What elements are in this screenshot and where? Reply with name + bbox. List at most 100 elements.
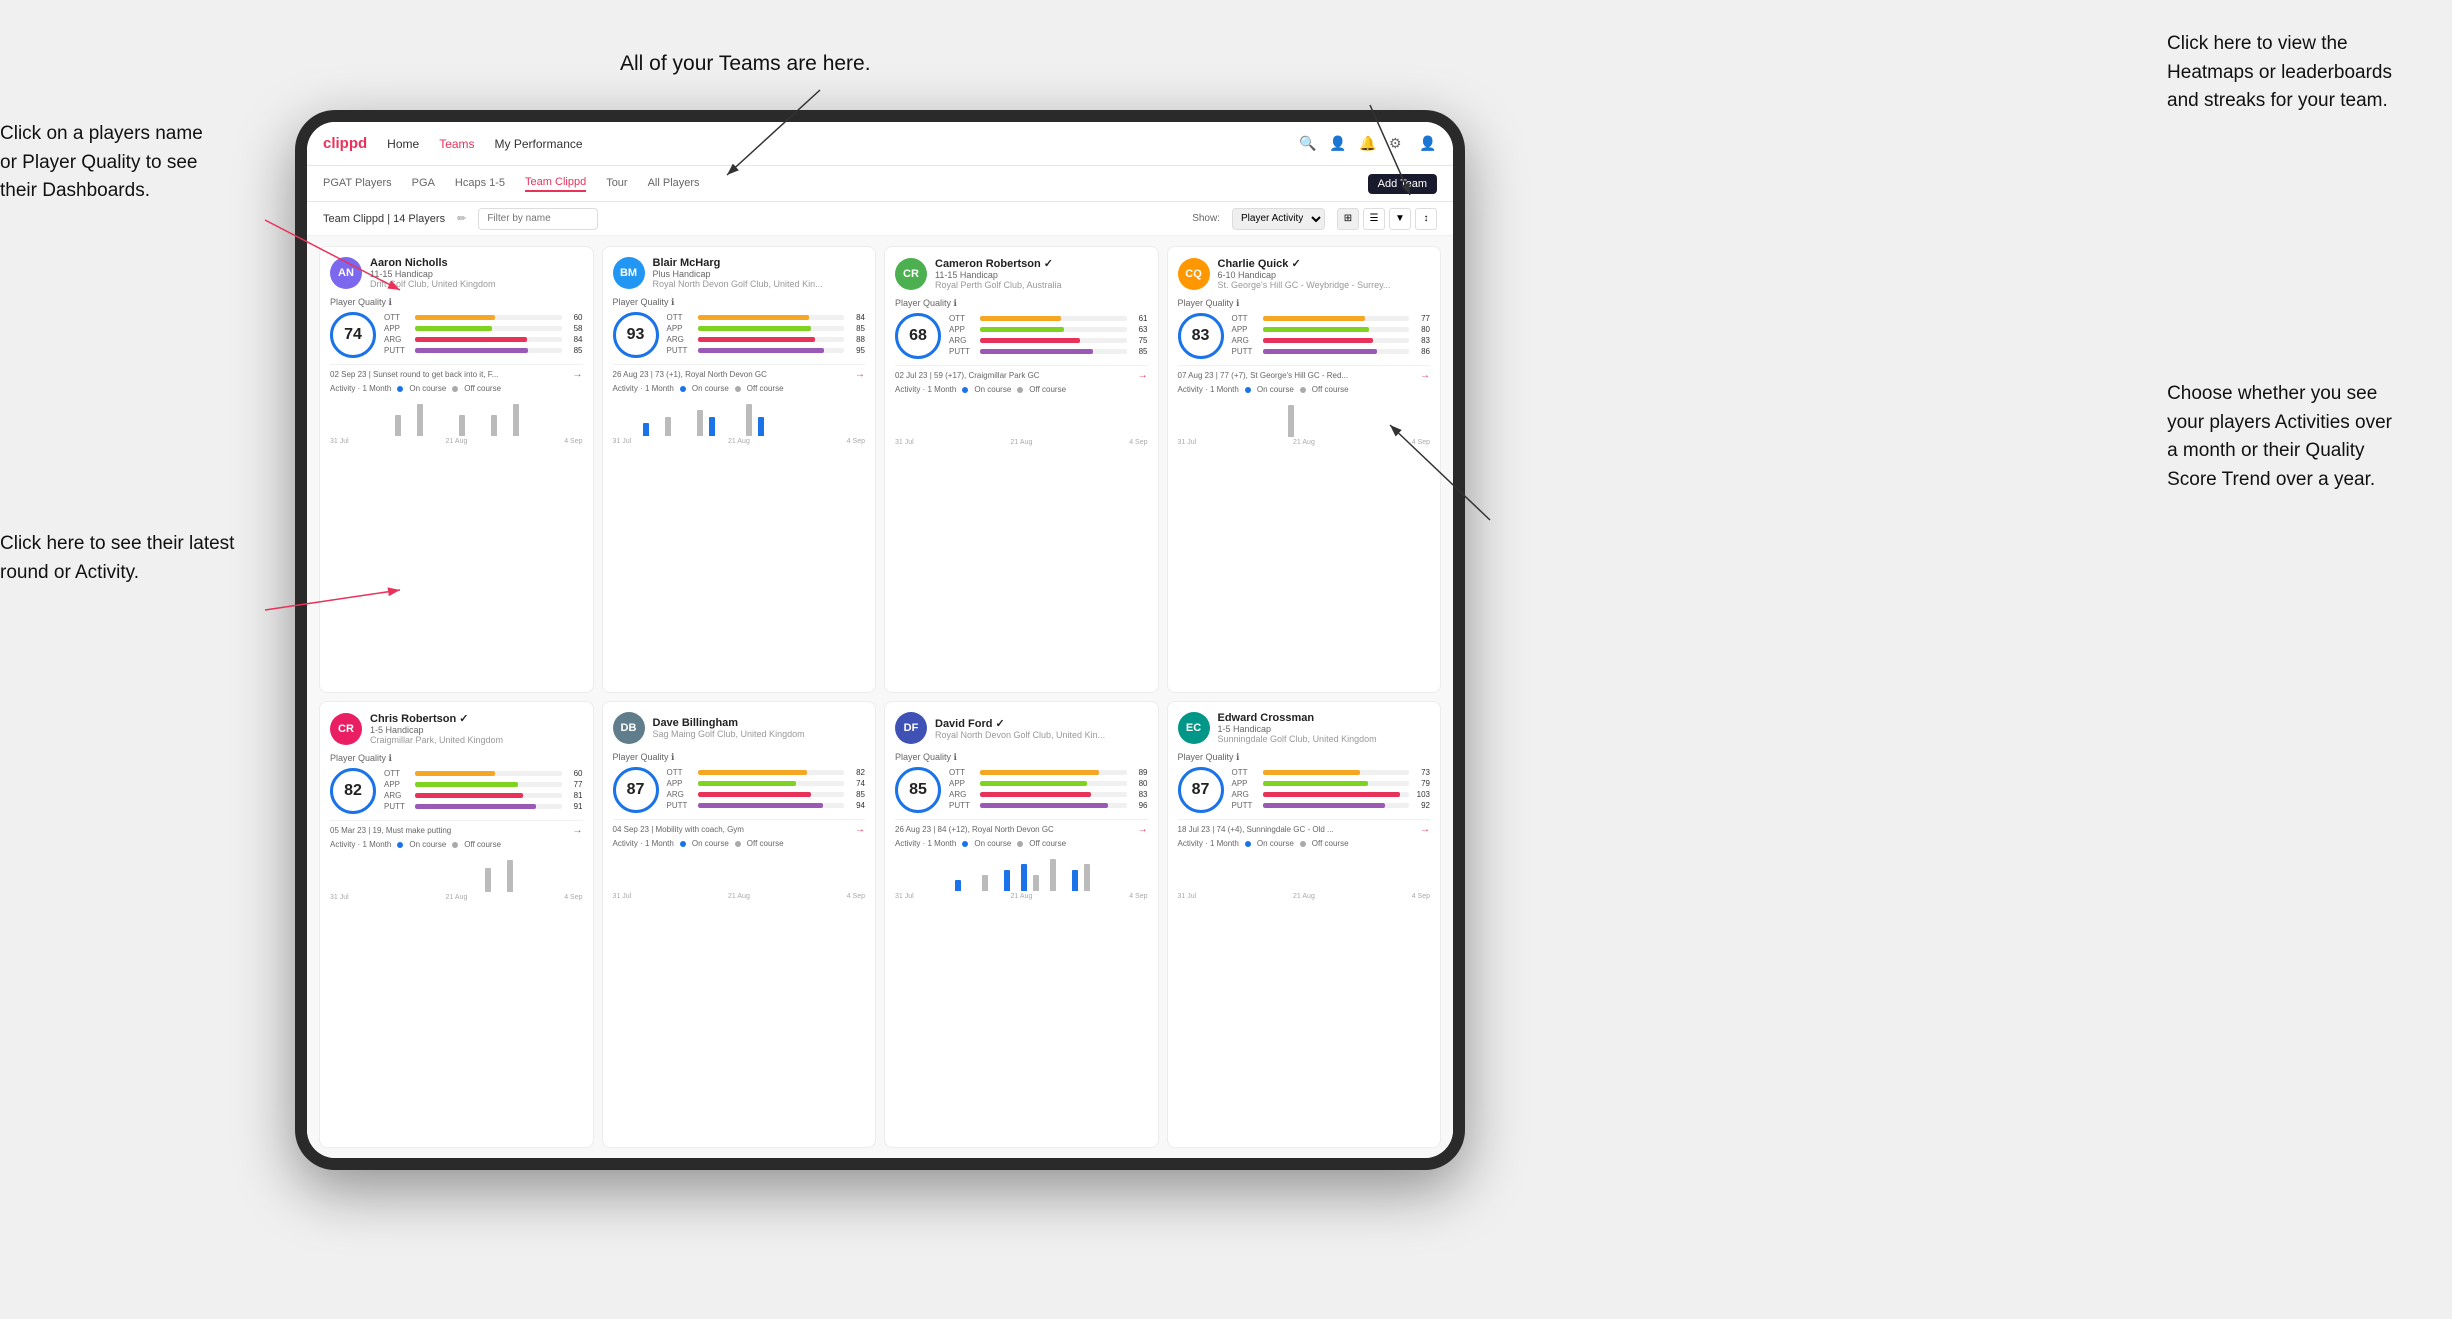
avatar-icon[interactable]: 👤 bbox=[1419, 135, 1437, 153]
on-course-dot bbox=[962, 841, 968, 847]
chart-bar-empty bbox=[673, 889, 677, 891]
chart-bar-empty bbox=[677, 434, 681, 436]
stat-name: PUTT bbox=[667, 801, 695, 810]
stat-bar-bg bbox=[698, 792, 845, 797]
chart-bar-empty bbox=[743, 889, 747, 891]
chart-bar-empty bbox=[1178, 435, 1182, 437]
player-card[interactable]: CQ Charlie Quick ✓ 6-10 Handicap St. Geo… bbox=[1167, 246, 1442, 693]
recent-round[interactable]: 26 Aug 23 | 84 (+12), Royal North Devon … bbox=[895, 819, 1148, 835]
chart-bar-empty bbox=[380, 434, 384, 436]
tab-all-players[interactable]: All Players bbox=[648, 177, 700, 191]
chart-bar-empty bbox=[1090, 435, 1094, 437]
activity-chart bbox=[895, 851, 1148, 891]
player-card[interactable]: CR Cameron Robertson ✓ 11-15 Handicap Ro… bbox=[884, 246, 1159, 693]
chart-bar-empty bbox=[1030, 435, 1034, 437]
player-name[interactable]: Aaron Nicholls bbox=[370, 257, 583, 269]
chart-bar-empty bbox=[726, 434, 730, 436]
player-name[interactable]: David Ford ✓ bbox=[935, 717, 1148, 730]
quality-circle[interactable]: 87 bbox=[1178, 767, 1224, 813]
edit-icon[interactable]: ✏ bbox=[457, 212, 466, 225]
activity-section: Activity · 1 Month On course Off course … bbox=[330, 384, 583, 445]
quality-number: 82 bbox=[344, 782, 362, 800]
search-input[interactable] bbox=[478, 208, 598, 230]
activity-label: Activity · 1 Month bbox=[1178, 839, 1239, 848]
profile-icon[interactable]: 👤 bbox=[1329, 135, 1347, 153]
round-arrow: → bbox=[1420, 824, 1430, 835]
filter-view-button[interactable]: ▼ bbox=[1389, 208, 1411, 230]
quality-circle[interactable]: 93 bbox=[613, 312, 659, 358]
player-name[interactable]: Blair McHarg bbox=[653, 257, 866, 269]
settings-icon[interactable]: ⚙ bbox=[1389, 135, 1407, 153]
player-card[interactable]: DB Dave Billingham Sag Maing Golf Club, … bbox=[602, 701, 877, 1148]
player-name[interactable]: Cameron Robertson ✓ bbox=[935, 257, 1148, 270]
player-name[interactable]: Edward Crossman bbox=[1218, 712, 1431, 724]
tab-hcaps[interactable]: Hcaps 1-5 bbox=[455, 177, 505, 191]
stat-value: 77 bbox=[1412, 314, 1430, 323]
chart-bar-empty bbox=[638, 889, 642, 891]
recent-round[interactable]: 05 Mar 23 | 19, Must make putting → bbox=[330, 820, 583, 836]
player-card[interactable]: EC Edward Crossman 1-5 Handicap Sunningd… bbox=[1167, 701, 1442, 1148]
stat-bar-fill bbox=[415, 337, 527, 342]
recent-round[interactable]: 18 Jul 23 | 74 (+4), Sunningdale GC - Ol… bbox=[1178, 819, 1431, 835]
stat-bar-fill bbox=[415, 326, 492, 331]
recent-round[interactable]: 02 Jul 23 | 59 (+17), Craigmillar Park G… bbox=[895, 365, 1148, 381]
player-name[interactable]: Charlie Quick ✓ bbox=[1218, 257, 1431, 270]
activity-header: Activity · 1 Month On course Off course bbox=[330, 840, 583, 849]
stat-row: PUTT 85 bbox=[384, 346, 583, 355]
player-card[interactable]: BM Blair McHarg Plus Handicap Royal Nort… bbox=[602, 246, 877, 693]
quality-circle[interactable]: 85 bbox=[895, 767, 941, 813]
date-mid: 21 Aug bbox=[446, 438, 468, 445]
quality-circle[interactable]: 74 bbox=[330, 312, 376, 358]
chart-bar-empty bbox=[424, 434, 428, 436]
chart-bar-empty bbox=[380, 890, 384, 892]
round-arrow: → bbox=[855, 824, 865, 835]
chart-bar-empty bbox=[1080, 435, 1084, 437]
recent-round[interactable]: 04 Sep 23 | Mobility with coach, Gym → bbox=[613, 819, 866, 835]
player-name[interactable]: Chris Robertson ✓ bbox=[370, 712, 583, 725]
player-avatar: DF bbox=[895, 712, 927, 744]
tab-team-clippd[interactable]: Team Clippd bbox=[525, 176, 586, 192]
player-card[interactable]: DF David Ford ✓ Royal North Devon Golf C… bbox=[884, 701, 1159, 1148]
stat-value: 79 bbox=[1412, 779, 1430, 788]
bell-icon[interactable]: 🔔 bbox=[1359, 135, 1377, 153]
quality-circle[interactable]: 87 bbox=[613, 767, 659, 813]
tab-pgat[interactable]: PGAT Players bbox=[323, 177, 392, 191]
recent-round[interactable]: 26 Aug 23 | 73 (+1), Royal North Devon G… bbox=[613, 364, 866, 380]
recent-round[interactable]: 07 Aug 23 | 77 (+7), St George's Hill GC… bbox=[1178, 365, 1431, 381]
chart-bar-empty bbox=[415, 890, 419, 892]
stat-value: 83 bbox=[1412, 336, 1430, 345]
chart-bar-empty bbox=[643, 889, 647, 891]
stat-bar-bg bbox=[1263, 803, 1410, 808]
chart-bar bbox=[665, 417, 671, 436]
date-mid: 21 Aug bbox=[1293, 439, 1315, 446]
recent-round[interactable]: 02 Sep 23 | Sunset round to get back int… bbox=[330, 364, 583, 380]
stat-value: 88 bbox=[847, 335, 865, 344]
chart-bar-empty bbox=[1315, 435, 1319, 437]
list-view-button[interactable]: ☰ bbox=[1363, 208, 1385, 230]
quality-circle[interactable]: 68 bbox=[895, 313, 941, 359]
player-club: Craigmillar Park, United Kingdom bbox=[370, 735, 583, 745]
show-select[interactable]: Player Activity bbox=[1232, 208, 1325, 230]
nav-teams[interactable]: Teams bbox=[439, 137, 474, 151]
chart-bar-empty bbox=[519, 890, 523, 892]
quality-circle[interactable]: 82 bbox=[330, 768, 376, 814]
nav-my-performance[interactable]: My Performance bbox=[495, 137, 583, 151]
player-card[interactable]: CR Chris Robertson ✓ 1-5 Handicap Craigm… bbox=[319, 701, 594, 1148]
grid-view-button[interactable]: ⊞ bbox=[1337, 208, 1359, 230]
sort-button[interactable]: ↕ bbox=[1415, 208, 1437, 230]
search-icon[interactable]: 🔍 bbox=[1299, 135, 1317, 153]
nav-home[interactable]: Home bbox=[387, 137, 419, 151]
chart-bar-empty bbox=[687, 434, 691, 436]
stat-value: 75 bbox=[1130, 336, 1148, 345]
add-team-button[interactable]: Add Team bbox=[1368, 174, 1437, 194]
chart-bar-empty bbox=[370, 434, 374, 436]
quality-circle[interactable]: 83 bbox=[1178, 313, 1224, 359]
tab-pga[interactable]: PGA bbox=[412, 177, 435, 191]
chart-dates: 31 Jul 21 Aug 4 Sep bbox=[613, 438, 866, 445]
chart-bar-empty bbox=[798, 889, 802, 891]
player-name[interactable]: Dave Billingham bbox=[653, 717, 866, 729]
show-label: Show: bbox=[1192, 213, 1220, 224]
chart-bar-empty bbox=[1338, 889, 1342, 891]
player-card[interactable]: AN Aaron Nicholls 11-15 Handicap Drift G… bbox=[319, 246, 594, 693]
tab-tour[interactable]: Tour bbox=[606, 177, 627, 191]
